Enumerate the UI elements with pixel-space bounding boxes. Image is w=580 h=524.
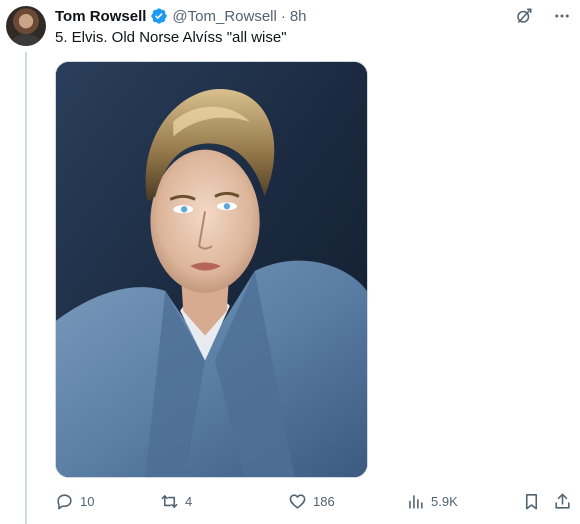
separator-dot: · [280, 7, 286, 25]
reply-count: 10 [80, 493, 95, 509]
views-icon [409, 494, 423, 509]
share-button[interactable] [553, 490, 572, 512]
avatar-shirt [12, 34, 40, 46]
share-icon [555, 493, 570, 509]
repost-button[interactable]: 4 [160, 490, 192, 512]
tweet-actions-bar: 10 4 186 5.9K [55, 490, 573, 512]
heart-icon [289, 493, 306, 509]
repost-icon [161, 494, 178, 508]
repost-count: 4 [185, 493, 193, 509]
tweet-header: Tom Rowsell @Tom_Rowsell · 8h [55, 6, 307, 26]
tweet-media-photo[interactable] [55, 61, 368, 478]
timestamp[interactable]: 8h [290, 8, 307, 25]
reply-button[interactable]: 10 [55, 490, 94, 512]
bookmark-button[interactable] [522, 490, 541, 512]
thread-line [25, 52, 27, 524]
bookmark-icon [525, 493, 538, 509]
tweet-top-actions [514, 6, 572, 26]
views-count: 5.9K [431, 493, 458, 509]
author-handle[interactable]: @Tom_Rowsell [172, 8, 276, 25]
avatar[interactable] [6, 6, 46, 46]
more-icon[interactable] [552, 6, 572, 26]
like-button[interactable]: 186 [288, 490, 335, 512]
reply-icon [57, 493, 72, 509]
tweet-text: 5. Elvis. Old Norse Alvíss "all wise" [55, 29, 287, 46]
grok-icon[interactable] [514, 6, 534, 26]
author-name[interactable]: Tom Rowsell [55, 8, 146, 25]
verified-badge-icon [150, 7, 168, 25]
like-count: 186 [313, 493, 335, 509]
views-button[interactable]: 5.9K [406, 490, 458, 512]
